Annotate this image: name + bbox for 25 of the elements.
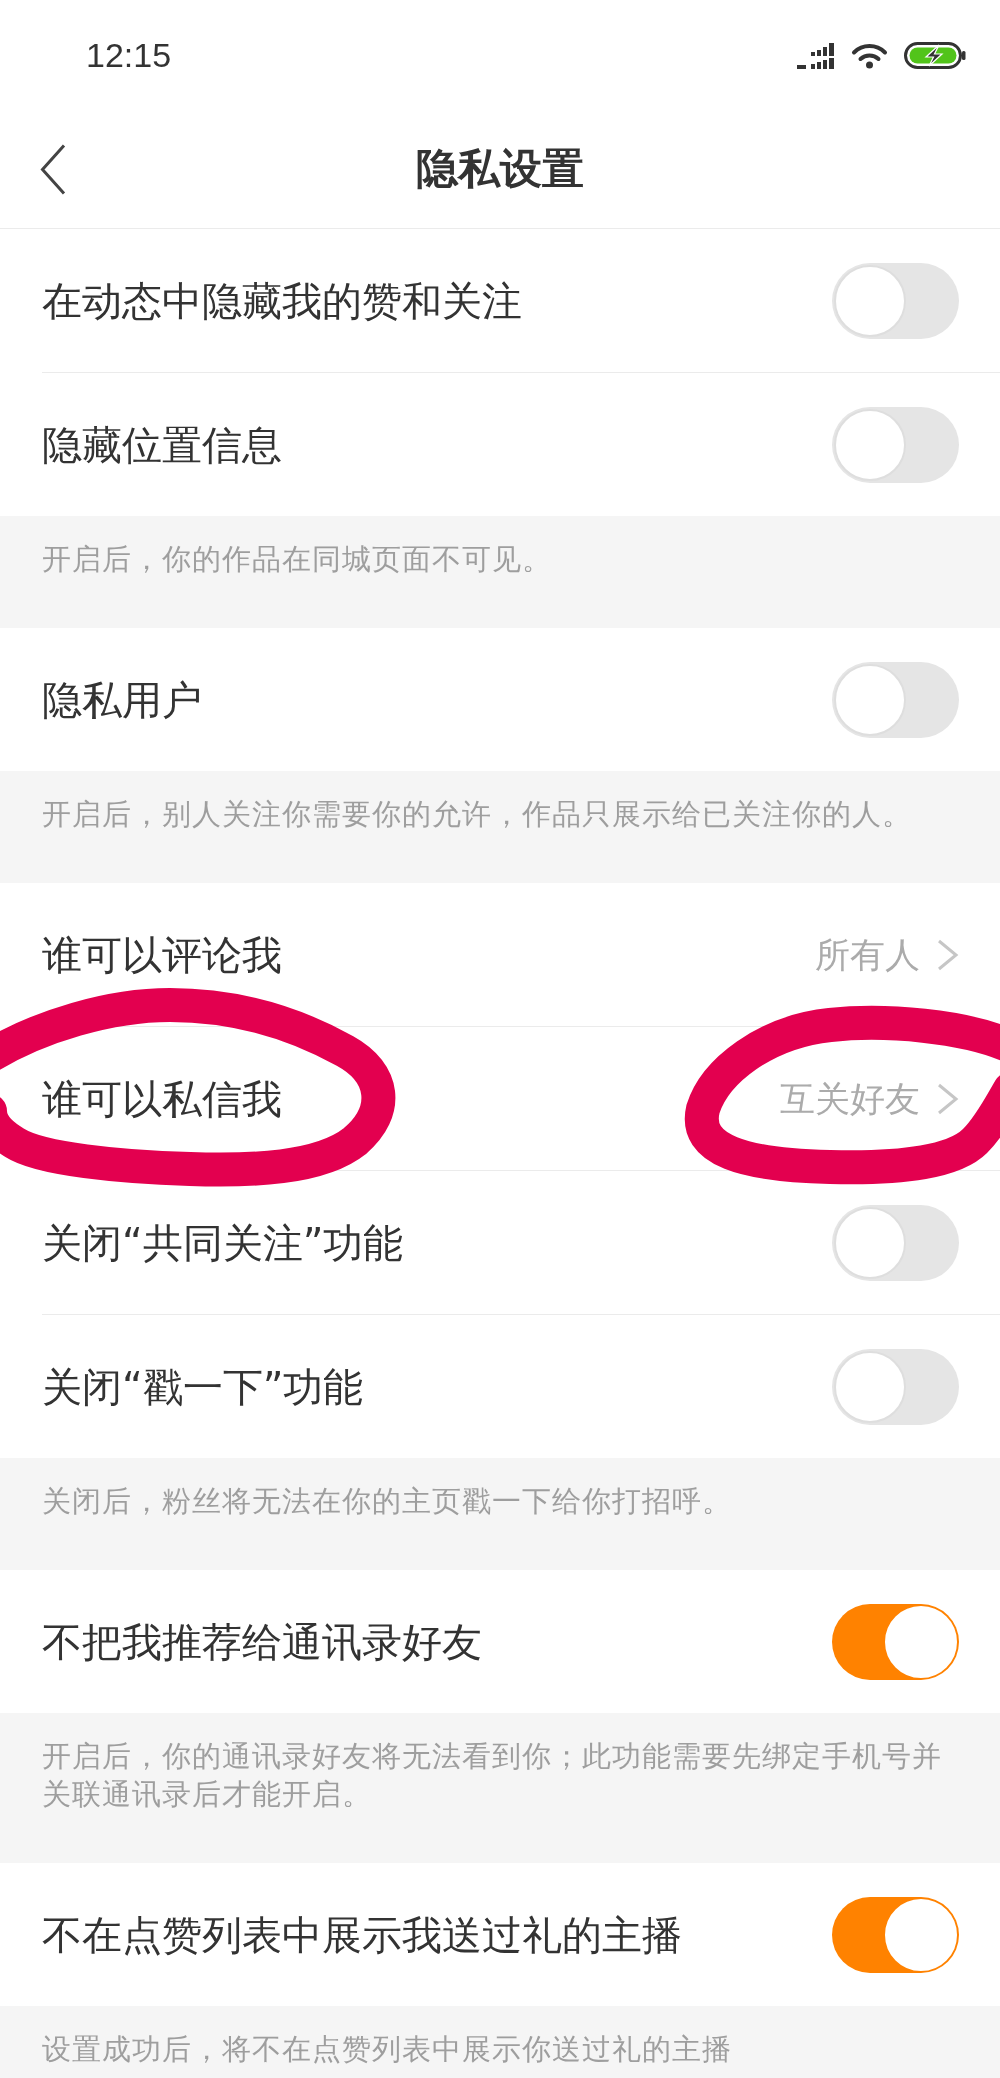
section-note: 开启后，别人关注你需要你的允许，作品只展示给已关注你的人。 [41,796,913,833]
back-button[interactable] [40,143,66,195]
status-time: 12:15 [86,38,172,72]
section-note: 设置成功后，将不在点赞列表中展示你送过礼的主播 [41,2031,733,2068]
setting-label: 不把我推荐给通讯录好友 [42,1617,482,1666]
setting-label: 关闭“戳一下”功能 [42,1362,364,1411]
signal-icon [797,41,835,69]
setting-label: 隐私用户 [42,675,202,724]
setting-label: 谁可以私信我 [42,1074,282,1123]
chevron-icon [936,938,959,971]
page-title: 隐私设置 [416,143,584,195]
section-note: 开启后，你的作品在同城页面不可见。 [41,541,553,578]
setting-label: 不在点赞列表中展示我送过礼的主播 [42,1910,682,1959]
setting-label: 谁可以评论我 [42,930,282,979]
section-note: 开启后，你的通讯录好友将无法看到你；此功能需要先绑定手机号并关联通讯录后才能开启。 [41,1738,943,1813]
setting-value[interactable]: 互关好友 [780,1077,920,1120]
setting-value[interactable]: 所有人 [815,933,920,976]
wifi-icon [851,41,888,69]
chevron-icon [936,1082,959,1115]
back-icon [40,143,66,195]
setting-label: 在动态中隐藏我的赞和关注 [42,276,522,325]
setting-label: 关闭“共同关注”功能 [42,1218,404,1267]
battery-icon [904,41,966,69]
setting-label: 隐藏位置信息 [42,420,282,469]
section-note: 关闭后，粉丝将无法在你的主页戳一下给你打招呼。 [41,1483,733,1520]
